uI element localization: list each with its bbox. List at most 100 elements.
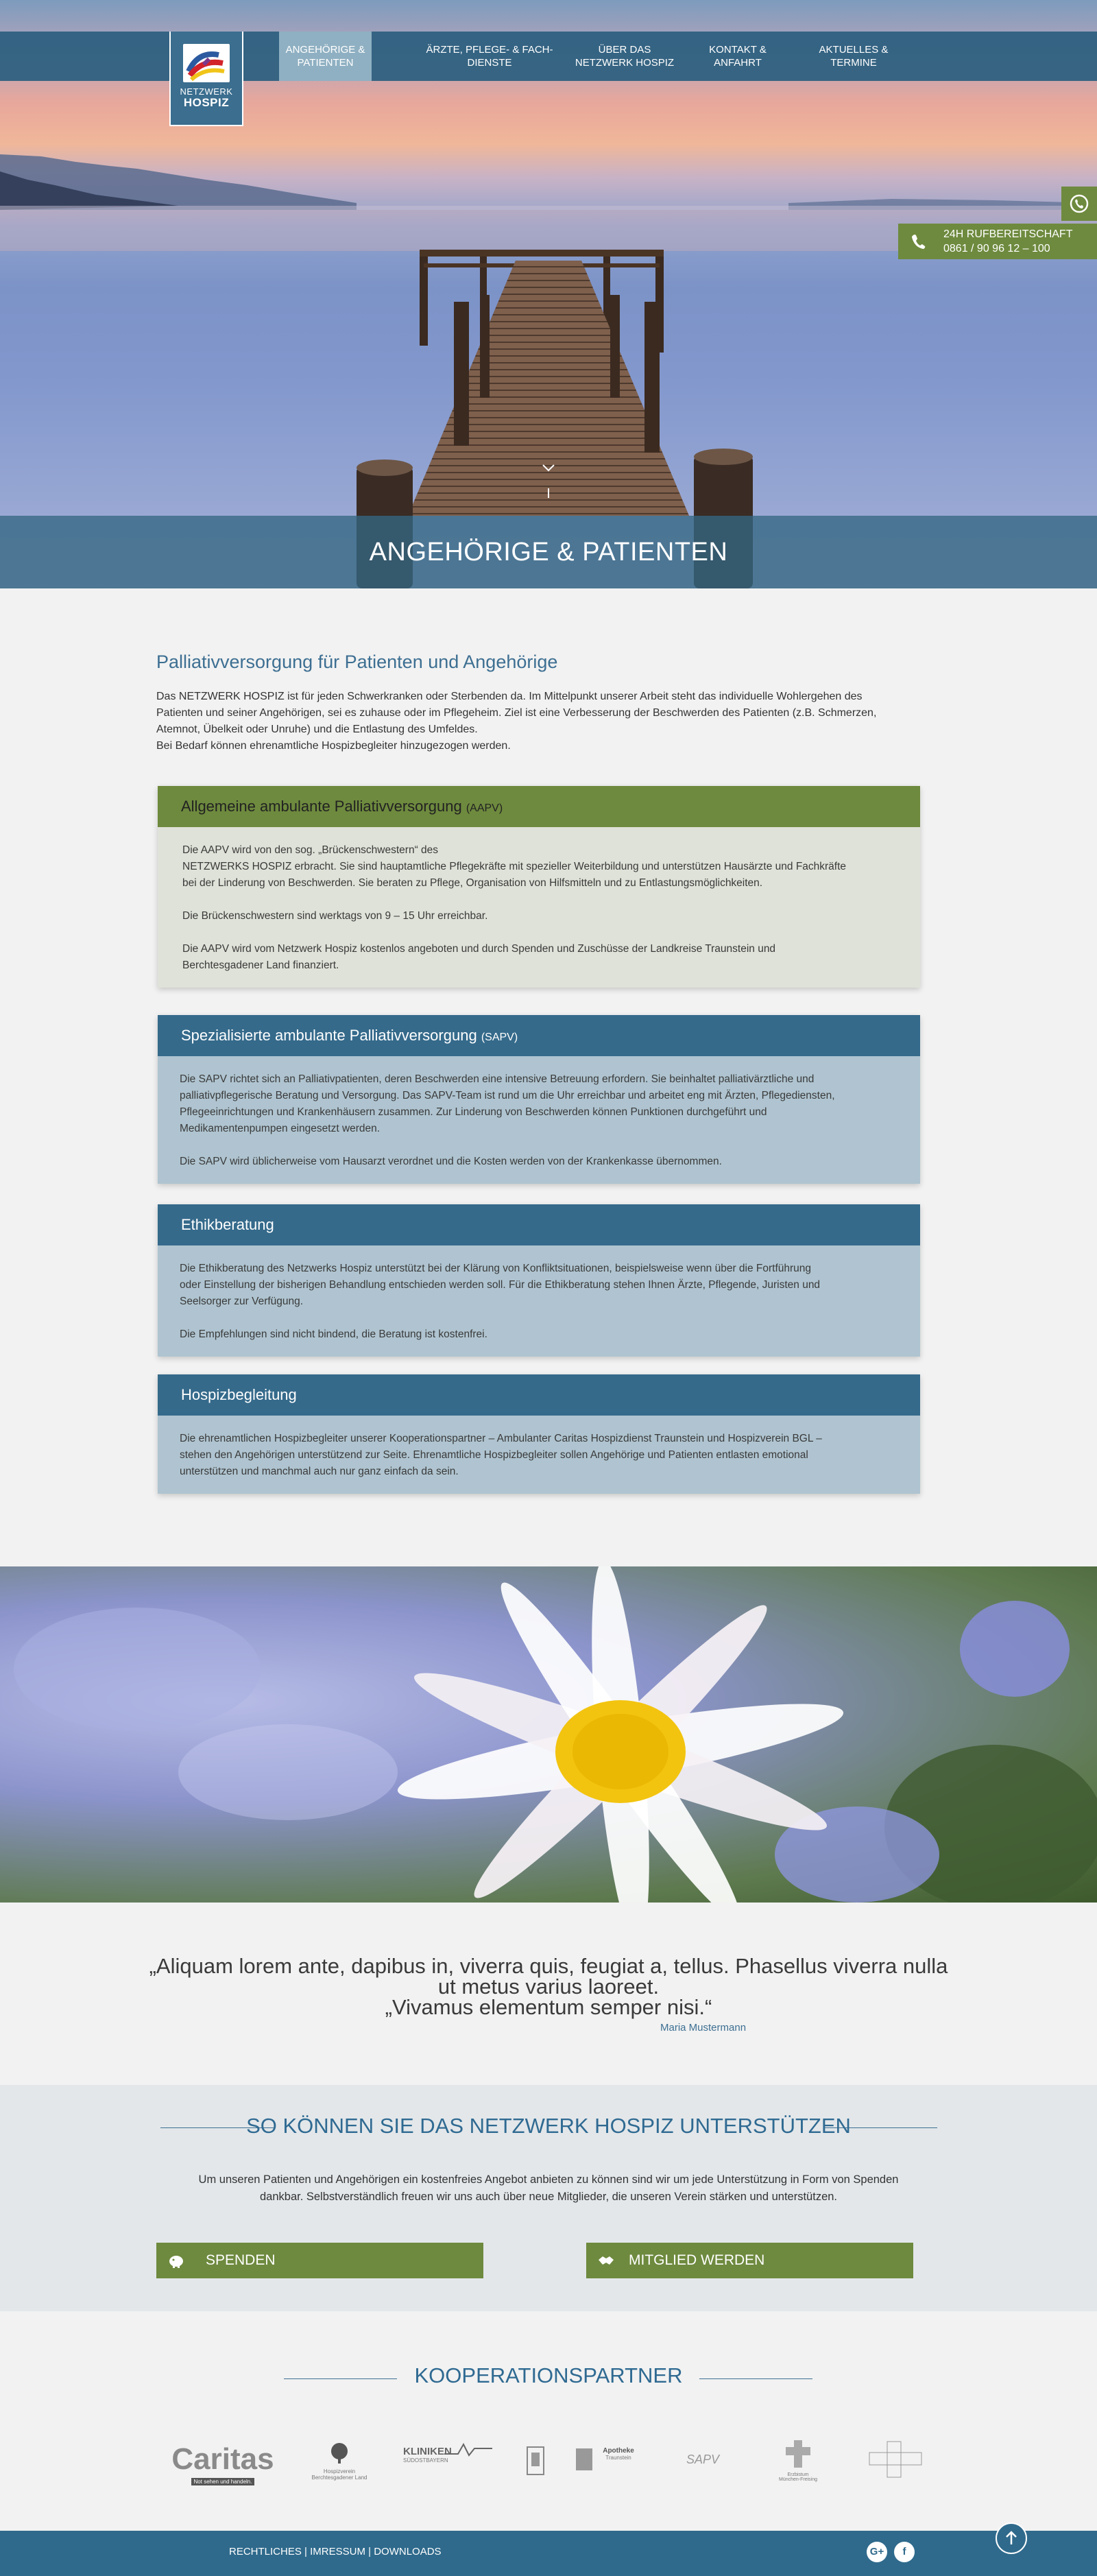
handshake-icon (599, 2256, 614, 2265)
support-text-line: dankbar. Selbstverständlich freuen wir u… (259, 2191, 837, 2203)
text-line: Pflegeeinrichtungen und Krankenhäusern z… (180, 1106, 767, 1118)
nav-kontakt-anfahrt[interactable]: Kontakt & Anfahrt (697, 32, 779, 81)
info-box-hospizbegleitung: Hospizbegleitung Die ehrenamtlichen Hosp… (158, 1374, 920, 1494)
donate-label: Spenden (206, 2252, 276, 2268)
section-heading: Palliativversorgung für Patienten und An… (156, 652, 558, 672)
partner-logo-caritas[interactable]: Caritas Not sehen und handeln. (165, 2444, 281, 2487)
hotline-bar[interactable]: 24H RUFBEREITSCHAFT 0861 / 90 96 12 – 10… (898, 224, 1097, 259)
partner-sub: München-Freising (778, 2477, 818, 2482)
box-paragraph: Die AAPV wird vom Netzwerk Hospiz kosten… (182, 941, 898, 974)
box-paragraph: Die SAPV richtet sich an Palliativpatien… (180, 1071, 898, 1137)
intro-line: Das NETZWERK HOSPIZ ist für jeden Schwer… (156, 691, 863, 702)
nav-label-line1: Über das (598, 44, 651, 56)
partner-logo-sapv[interactable]: SAPV (672, 2453, 734, 2467)
page-title: ANGEHÖRIGE & PATIENTEN (0, 516, 1097, 588)
box-header: Ethikberatung (158, 1204, 920, 1245)
intro-line: Atemnot, Übelkeit oder Unruhe) und die E… (156, 724, 478, 735)
text-line: oder Einstellung der bisherigen Behandlu… (180, 1279, 821, 1291)
support-title: So können Sie das Netzwerk Hospiz unters… (246, 2114, 851, 2138)
nav-label-line2: dienste (467, 57, 512, 69)
intro-text: Das NETZWERK HOSPIZ ist für jeden Schwer… (156, 689, 931, 754)
scroll-to-top-button[interactable] (996, 2523, 1027, 2554)
nav-ueber-das-netzwerk[interactable]: Über das Netzwerk Hospiz (566, 32, 683, 81)
nav-label-line2: Anfahrt (714, 57, 762, 69)
arrow-up-icon (1006, 2531, 1017, 2544)
nav-label-line2: Netzwerk Hospiz (575, 57, 675, 69)
nav-label-line2: Patienten (297, 57, 354, 69)
box-paragraph: Die ehrenamtlichen Hospizbegleiter unser… (180, 1431, 898, 1480)
nav-aerzte-pflege-fachdienste[interactable]: Ärzte, Pflege- & Fach-dienste (421, 32, 558, 81)
hero-banner (0, 0, 1097, 588)
footer (0, 2531, 1097, 2576)
nav-label-line1: Aktuelles & (819, 44, 889, 56)
support-text: Um unseren Patienten und Angehörigen ein… (171, 2171, 926, 2206)
crest-icon (527, 2446, 544, 2475)
partner-name: SAPV (686, 2453, 720, 2466)
nav-label-line1: Kontakt & (709, 44, 767, 56)
partner-logo-8[interactable] (867, 2440, 924, 2482)
facebook-icon[interactable]: f (894, 2542, 915, 2562)
quote-line: „Aliquam lorem ante, dapibus in, viverra… (149, 1954, 948, 1978)
google-plus-icon[interactable]: G+ (867, 2542, 887, 2562)
footer-link-downloads[interactable]: DOWNLOADS (374, 2546, 441, 2557)
heartbeat-icon (444, 2442, 492, 2457)
text-line: Die SAPV richtet sich an Palliativpatien… (180, 1073, 815, 1085)
footer-link-rechtliches[interactable]: RECHTLICHES (229, 2546, 302, 2557)
hotline-toggle-button[interactable] (1061, 187, 1097, 221)
box-title: Hospizbegleitung (181, 1386, 297, 1403)
partner-sub: Traunstein (605, 2455, 631, 2461)
partner-logo-hospizverein[interactable]: Hospizverein Berchtesgadener Land (309, 2442, 370, 2481)
text-line: Berchtesgadener Land finanziert. (182, 959, 339, 971)
partner-sub: Berchtesgadener Land (311, 2474, 367, 2481)
quote-line: „Vivamus elementum semper nisi.“ (385, 1995, 712, 2019)
box-abbr: (AAPV) (466, 802, 503, 814)
text-line: Seelsorger zur Verfügung. (180, 1296, 304, 1307)
text-line: Die Brückenschwestern sind werktags von … (182, 910, 488, 922)
site-logo[interactable]: NETZWERK HOSPIZ (169, 32, 243, 126)
flower-banner-image (0, 1566, 1097, 1903)
box-abbr: (SAPV) (481, 1031, 518, 1043)
box-title: Ethikberatung (181, 1216, 274, 1233)
nav-angehoerige-patienten[interactable]: Angehörige & Patienten (279, 32, 372, 81)
partner-name: Apotheke (603, 2447, 634, 2455)
text-line: bei der Linderung von Beschwerden. Sie b… (182, 877, 763, 889)
partner-logo-apotheke[interactable]: Apotheke Traunstein (575, 2447, 643, 2470)
quote-line: ut metus varius laoreet. (437, 1975, 660, 1999)
grid-cross-icon (869, 2441, 922, 2478)
box-header: Spezialisierte ambulante Palliativversor… (158, 1015, 920, 1056)
partner-logo-kliniken[interactable]: KLINIKEN SÜDOSTBAYERN (403, 2442, 492, 2464)
text-line: Medikamentenpumpen eingesetzt werden. (180, 1123, 381, 1134)
logo-text-hospiz: HOSPIZ (183, 96, 230, 109)
text-line: Die Empfehlungen sind nicht bindend, die… (180, 1328, 487, 1340)
nav-aktuelles-termine[interactable]: Aktuelles & Termine (809, 32, 898, 81)
hotline-number[interactable]: 0861 / 90 96 12 – 100 (943, 241, 1097, 256)
box-header: Hospizbegleitung (158, 1374, 920, 1416)
piggy-bank-icon (169, 2256, 183, 2268)
nav-label-line1: Angehörige & (285, 44, 365, 56)
phone-chat-icon (1070, 194, 1089, 213)
text-line: Die SAPV wird üblicherweise vom Hausarzt… (180, 1156, 722, 1167)
box-paragraph: Die Empfehlungen sind nicht bindend, die… (180, 1326, 898, 1343)
quote-author: Maria Mustermann (660, 2022, 747, 2034)
info-box-ethikberatung: Ethikberatung Die Ethikberatung des Netz… (158, 1204, 920, 1357)
partner-logo-4[interactable] (525, 2446, 546, 2479)
box-title: Spezialisierte ambulante Palliativversor… (181, 1027, 477, 1044)
box-paragraph: Die SAPV wird üblicherweise vom Hausarzt… (180, 1154, 898, 1170)
text-line: stehen den Angehörigen unterstützend zur… (180, 1449, 808, 1461)
partner-name: Erzbistum (787, 2472, 809, 2477)
intro-line: Bei Bedarf können ehrenamtliche Hospizbe… (156, 740, 511, 752)
text-line: Die Ethikberatung des Netzwerks Hospiz u… (180, 1263, 812, 1274)
box-body: Die Ethikberatung des Netzwerks Hospiz u… (158, 1245, 920, 1357)
box-header: Allgemeine ambulante Palliativversorgung… (158, 786, 920, 827)
partner-logo-erzbistum[interactable]: Erzbistum München-Freising (771, 2439, 825, 2482)
footer-link-impressum[interactable]: IMRESSUM (310, 2546, 365, 2557)
text-line: Die ehrenamtlichen Hospizbegleiter unser… (180, 1433, 822, 1444)
box-body: Die SAPV richtet sich an Palliativpatien… (158, 1056, 920, 1184)
footer-separator: | (368, 2546, 372, 2557)
donate-button[interactable]: Spenden (156, 2243, 483, 2278)
support-text-line: Um unseren Patienten und Angehörigen ein… (198, 2173, 899, 2186)
partner-sub: SÜDOSTBAYERN (403, 2457, 448, 2464)
become-member-button[interactable]: Mitglied werden (586, 2243, 913, 2278)
partner-sub: Not sehen und handeln. (191, 2478, 255, 2485)
footer-separator: | (304, 2546, 307, 2557)
